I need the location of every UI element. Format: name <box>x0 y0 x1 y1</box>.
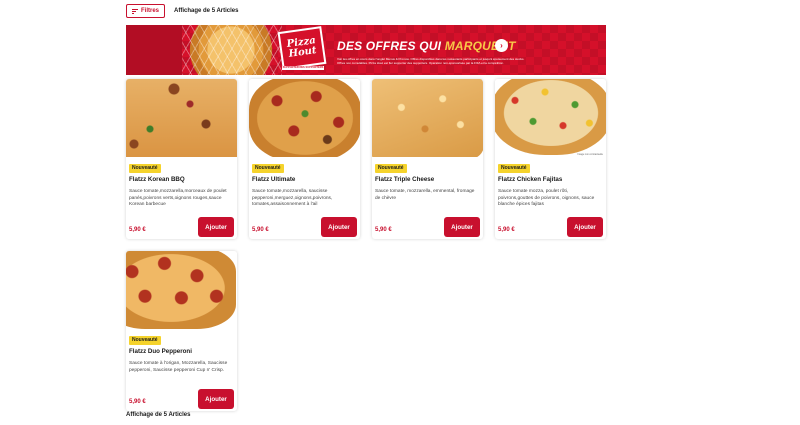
promo-banner[interactable]: Pizza Hout SUPPORTER DES SUPPORTERS DES … <box>126 25 606 75</box>
chevron-right-icon: › <box>500 40 503 50</box>
add-to-cart-button[interactable]: Ajouter <box>321 217 357 237</box>
new-badge: Nouveauté <box>129 336 161 345</box>
add-to-cart-button[interactable]: Ajouter <box>198 217 234 237</box>
product-description: Sauce tomate,mozzarella, saucisse pepper… <box>252 189 333 207</box>
product-card[interactable]: Nouveauté Flatzz Duo Pepperoni Sauce tom… <box>126 251 237 411</box>
new-badge: Nouveauté <box>129 164 161 173</box>
image-disclaimer: Image non contractuelle <box>577 153 603 156</box>
product-title: Flatzz Korean BBQ <box>129 176 185 183</box>
toolbar: Filtres Affichage de 5 Articles <box>126 4 238 18</box>
new-badge: Nouveauté <box>252 164 284 173</box>
product-image: Image non contractuelle <box>495 79 606 157</box>
product-price: 5,90 € <box>498 227 515 233</box>
banner-legal-text: Voir les offres en cours dans l'onglet M… <box>337 57 525 65</box>
logo-tagline: SUPPORTER DES SUPPORTERS <box>282 66 324 70</box>
product-image <box>126 79 237 157</box>
new-badge: Nouveauté <box>498 164 530 173</box>
add-to-cart-button[interactable]: Ajouter <box>444 217 480 237</box>
product-price: 5,90 € <box>129 227 146 233</box>
product-title: Flatzz Chicken Fajitas <box>498 176 563 183</box>
new-badge: Nouveauté <box>375 164 407 173</box>
product-price: 5,90 € <box>252 227 269 233</box>
product-title: Flatzz Duo Pepperoni <box>129 348 192 355</box>
product-price: 5,90 € <box>129 399 146 405</box>
product-image <box>126 251 237 329</box>
banner-headline: DES OFFRES QUI MARQUENT <box>337 39 516 53</box>
filter-button[interactable]: Filtres <box>126 4 166 18</box>
product-description: Sauce tomate mozza, poulet rôti, poivron… <box>498 189 595 207</box>
product-image <box>249 79 360 157</box>
product-card[interactable]: Nouveauté Flatzz Triple Cheese Sauce tom… <box>372 79 483 239</box>
product-price: 5,90 € <box>375 227 392 233</box>
article-count-footer: Affichage de 5 Articles <box>126 412 191 418</box>
banner-arrow-button[interactable]: › <box>495 39 508 52</box>
product-description: Sauce tomate à l'origan, Mozzarella, Sau… <box>129 361 228 373</box>
product-image <box>372 79 483 157</box>
banner-left-panel <box>126 25 182 75</box>
product-card[interactable]: Nouveauté Flatzz Ultimate Sauce tomate,m… <box>249 79 360 239</box>
logo-text-bottom: Hout <box>287 45 318 60</box>
brand-logo: Pizza Hout <box>277 26 327 70</box>
product-title: Flatzz Ultimate <box>252 176 296 183</box>
banner-goal-net <box>182 25 282 75</box>
add-to-cart-button[interactable]: Ajouter <box>567 217 603 237</box>
filter-icon <box>132 8 138 14</box>
product-title: Flatzz Triple Cheese <box>375 176 435 183</box>
product-card[interactable]: Nouveauté Flatzz Korean BBQ Sauce tomate… <box>126 79 237 239</box>
add-to-cart-button[interactable]: Ajouter <box>198 389 234 409</box>
filter-button-label: Filtres <box>141 8 160 14</box>
product-description: Sauce tomate, mozzarella, emmental, from… <box>375 189 475 201</box>
banner-headline-main: DES OFFRES QUI <box>337 39 442 53</box>
product-description: Sauce tomate,mozzarella,morceaux de poul… <box>129 189 227 207</box>
article-count: Affichage de 5 Articles <box>174 8 239 14</box>
product-card[interactable]: Image non contractuelle Nouveauté Flatzz… <box>495 79 606 239</box>
